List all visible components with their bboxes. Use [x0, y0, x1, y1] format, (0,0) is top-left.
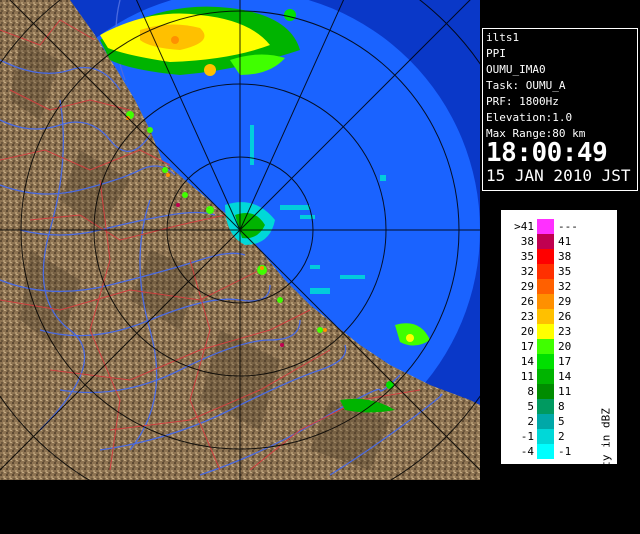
- legend-color-swatch: [537, 279, 554, 294]
- legend-unit-label: Reflectivity in dBZ: [599, 408, 613, 534]
- legend-high-value: 14: [558, 370, 572, 383]
- scan-info-box: ilts1 PPI OUMU_IMA0 Task: OUMU_A PRF: 18…: [482, 28, 638, 191]
- legend-low-value: -1: [520, 430, 534, 443]
- legend-color-swatch: [537, 414, 554, 429]
- legend-color-swatch: [537, 369, 554, 384]
- legend-color-swatch: [537, 444, 554, 459]
- legend-high-value: 11: [558, 385, 572, 398]
- legend-color-swatch: [537, 399, 554, 414]
- legend-high-value: 5: [558, 415, 565, 428]
- legend-low-value: 17: [520, 340, 534, 353]
- legend-low-value: 2: [527, 415, 534, 428]
- site-name: ilts1: [486, 31, 520, 44]
- legend-color-swatch: [537, 249, 554, 264]
- legend-color-swatch: [537, 354, 554, 369]
- legend-low-value: 11: [520, 370, 534, 383]
- elevation-value: Elevation:1.0: [486, 111, 573, 124]
- legend-high-value: 26: [558, 310, 572, 323]
- legend-low-value: 32: [520, 265, 534, 278]
- legend-color-swatch: [537, 429, 554, 444]
- legend-low-value: 29: [520, 280, 534, 293]
- scan-time: 18:00:49: [486, 138, 608, 168]
- scan-name: OUMU_IMA0: [486, 63, 546, 76]
- legend-color-swatch: [537, 324, 554, 339]
- legend-high-value: 41: [558, 235, 572, 248]
- legend-color-swatch: [537, 234, 554, 249]
- task-name: Task: OUMU_A: [486, 79, 566, 92]
- product-type: PPI: [486, 47, 506, 60]
- legend-low-value: 8: [527, 385, 534, 398]
- legend-high-value: -1: [558, 445, 572, 458]
- prf-value: PRF: 1800Hz: [486, 95, 559, 108]
- legend-high-value: ---: [558, 220, 578, 233]
- legend-high-value: 35: [558, 265, 572, 278]
- legend-high-value: 29: [558, 295, 572, 308]
- info-panel: ilts1 PPI OUMU_IMA0 Task: OUMU_A PRF: 18…: [480, 0, 640, 534]
- legend-low-value: -4: [520, 445, 534, 458]
- legend-low-value: 35: [520, 250, 534, 263]
- legend-high-value: 20: [558, 340, 572, 353]
- legend-color-swatch: [537, 294, 554, 309]
- legend-high-value: 38: [558, 250, 572, 263]
- legend-low-value: 20: [520, 325, 534, 338]
- legend-color-swatch: [537, 309, 554, 324]
- legend-low-value: 14: [520, 355, 534, 368]
- legend-low-value: >41: [514, 220, 534, 233]
- legend-low-value: 38: [520, 235, 534, 248]
- legend-color-swatch: [537, 264, 554, 279]
- legend-color-swatch: [537, 219, 554, 234]
- legend-high-value: 17: [558, 355, 572, 368]
- reflectivity-legend: >41 --- 38 41 35 38 32 35 29 32 26 29 23 26 20 23 17 20 14…: [501, 210, 617, 534]
- legend-high-value: 23: [558, 325, 572, 338]
- legend-low-value: 26: [520, 295, 534, 308]
- legend-low-value: 23: [520, 310, 534, 323]
- legend-high-value: 32: [558, 280, 572, 293]
- legend-high-value: 2: [558, 430, 565, 443]
- legend-color-swatch: [537, 384, 554, 399]
- legend-color-swatch: [537, 339, 554, 354]
- legend-high-value: 8: [558, 400, 565, 413]
- radar-ppi-map: [0, 0, 480, 480]
- legend-low-value: 5: [527, 400, 534, 413]
- scan-date: 15 JAN 2010 JST: [486, 166, 631, 185]
